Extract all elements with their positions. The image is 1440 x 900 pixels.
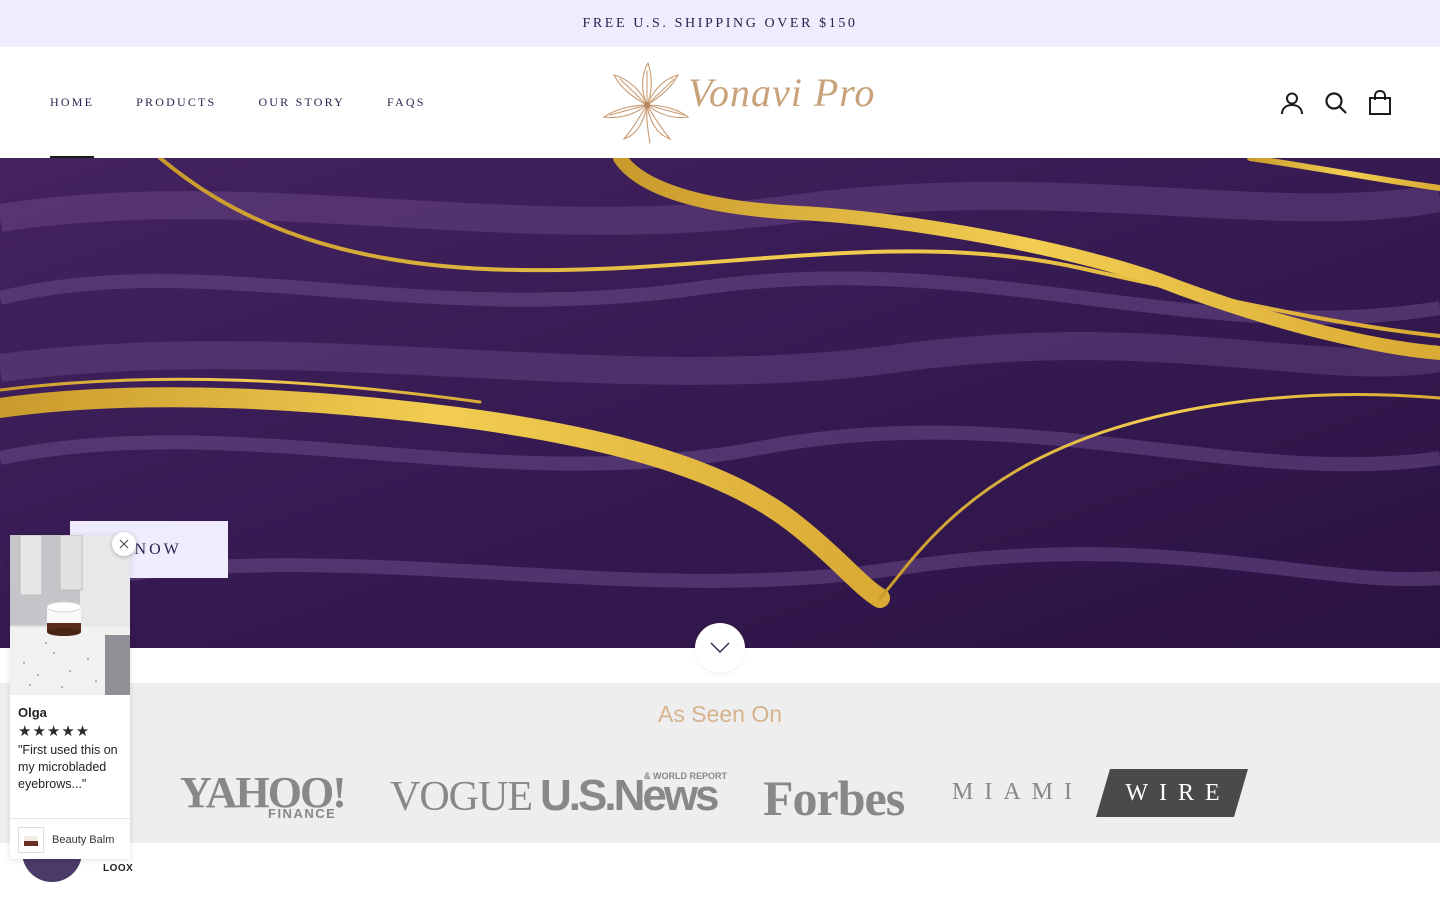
reviewer-name: Olga (18, 705, 47, 720)
miami-logo-text: MIAMI (952, 779, 1083, 805)
review-photo-image (10, 535, 130, 695)
review-product-name: Beauty Balm (52, 834, 115, 846)
nav-item-faqs[interactable]: FAQS (387, 47, 426, 158)
review-quote: "First used this on my microbladed eyebr… (18, 743, 118, 791)
account-icon[interactable] (1280, 91, 1304, 115)
search-icon[interactable] (1324, 91, 1348, 115)
site-header: HOME PRODUCTS OUR STORY FAQS Vonavi Pro (0, 47, 1440, 158)
nav-item-products[interactable]: PRODUCTS (136, 47, 216, 158)
press-section: As Seen On YAHOO! FINANCE VOGUE U.S.News… (0, 683, 1440, 843)
yahoo-finance-logo: YAHOO! FINANCE (180, 768, 370, 823)
nav-item-our-story[interactable]: OUR STORY (258, 47, 345, 158)
close-review-popup-button[interactable] (112, 532, 136, 556)
product-thumbnail (18, 827, 44, 853)
us-news-logo: U.S.News & WORLD REPORT (540, 771, 740, 823)
review-divider (10, 818, 130, 819)
loox-brand-label: LOOX (103, 863, 134, 874)
balm-jar-icon (24, 836, 38, 846)
cart-icon[interactable] (1368, 89, 1392, 116)
press-logos: YAHOO! FINANCE VOGUE U.S.News & WORLD RE… (180, 765, 1260, 826)
main-nav: HOME PRODUCTS OUR STORY FAQS (50, 47, 468, 158)
review-photo[interactable] (10, 535, 130, 695)
chevron-down-icon (710, 642, 730, 653)
review-popup[interactable]: Olga ★★★★★ "First used this on my microb… (10, 532, 136, 859)
star-rating: ★★★★★ (18, 723, 91, 740)
yahoo-finance-subtext: FINANCE (268, 806, 337, 821)
brand-logo[interactable]: Vonavi Pro (602, 61, 874, 145)
brand-logo-text: Vonavi Pro (688, 70, 876, 115)
us-news-subtext: & WORLD REPORT (644, 771, 727, 781)
announcement-bar: FREE U.S. SHIPPING OVER $150 (0, 0, 1440, 47)
wire-logo-text: WIRE (1125, 779, 1231, 806)
nav-item-home[interactable]: HOME (50, 47, 95, 158)
lily-flower-icon (602, 61, 690, 144)
header-icons (1280, 47, 1392, 158)
announcement-text: FREE U.S. SHIPPING OVER $150 (582, 15, 858, 31)
close-icon (119, 539, 129, 549)
forbes-logo: Forbes (763, 770, 905, 826)
press-title: As Seen On (657, 701, 783, 727)
vogue-logo: VOGUE (390, 774, 533, 820)
review-product-link[interactable]: Beauty Balm (18, 827, 114, 853)
wire-logo-block: WIRE (1096, 769, 1248, 817)
scroll-down-button[interactable] (695, 623, 745, 673)
